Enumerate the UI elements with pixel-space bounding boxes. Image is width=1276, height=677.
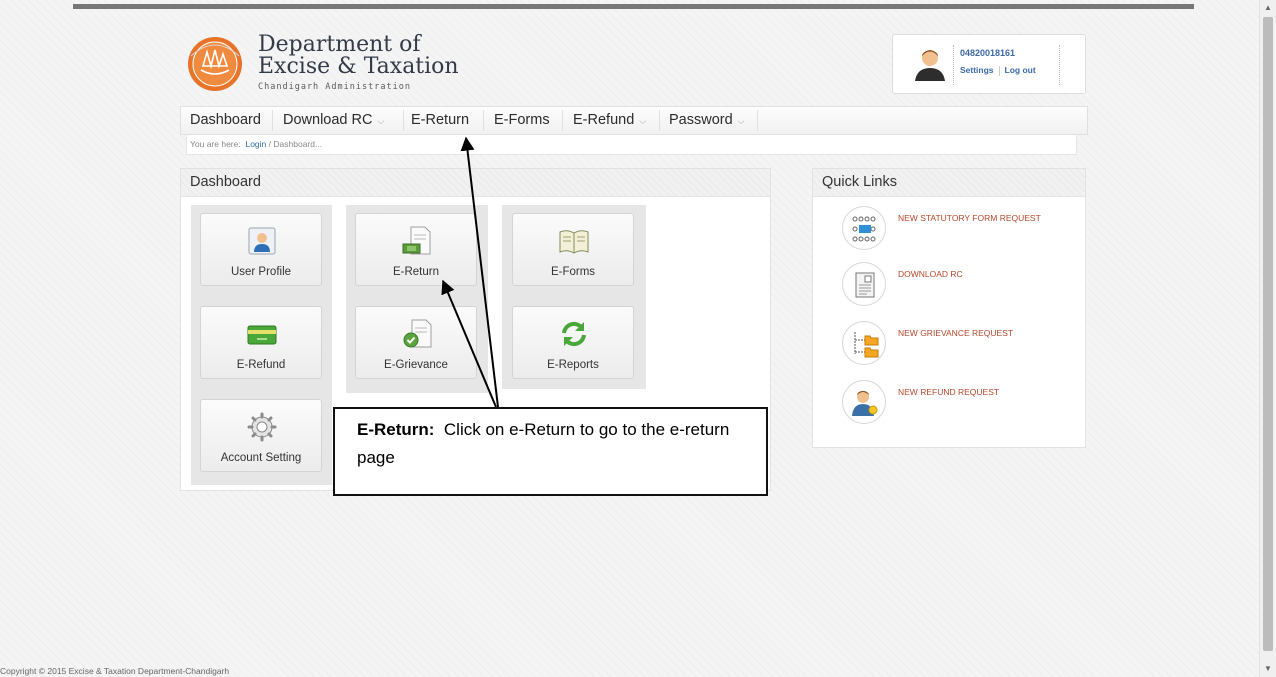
breadcrumb-prefix: You are here: [190, 139, 241, 149]
breadcrumb-separator: / [268, 139, 272, 149]
quick-link-label: NEW REFUND REQUEST [898, 387, 1000, 397]
e-return-icon [402, 226, 431, 255]
nav-item-label: E-Refund [573, 112, 635, 128]
user-links: Settings Log out [960, 65, 1036, 76]
chevron-down-icon: ⌵ [737, 116, 745, 126]
logo-subtitle: Chandigarh Administration [258, 82, 411, 92]
scrollbar-thumb[interactable] [1263, 17, 1273, 651]
quick-link-label: DOWNLOAD RC [898, 269, 963, 279]
breadcrumb: You are here: Login / Dashboard... [186, 135, 1077, 155]
tile-label: Account Setting [220, 452, 302, 464]
tile-label: E-Return [392, 266, 440, 278]
quick-link-download-rc[interactable]: DOWNLOAD RC [834, 262, 1084, 307]
credit-card-icon [247, 325, 277, 345]
site-logo[interactable]: Department of Excise & Taxation Chandiga… [185, 32, 475, 98]
chevron-down-icon: ⌵ [639, 116, 647, 126]
tile-user-profile[interactable]: User Profile [200, 213, 322, 286]
divider [998, 65, 1000, 76]
nav-item-download-rc[interactable]: Download RC ⌵ [283, 107, 384, 134]
divider [659, 110, 660, 131]
tile-e-return[interactable]: E-Return [355, 213, 477, 286]
divider [403, 110, 404, 131]
chevron-down-icon: ⌵ [377, 116, 385, 126]
footer-copyright: Copyright © 2015 Excise & Taxation Depar… [0, 666, 230, 676]
settings-link[interactable]: Settings [960, 65, 994, 75]
nav-item-e-forms[interactable]: E-Forms [494, 107, 550, 134]
user-info-box: 04820018161 Settings Log out [892, 34, 1086, 94]
nav-item-dashboard[interactable]: Dashboard [190, 107, 261, 134]
quick-link-grievance[interactable]: NEW GRIEVANCE REQUEST [834, 321, 1084, 366]
gear-icon [247, 412, 277, 442]
tile-account-setting[interactable]: Account Setting [200, 399, 322, 472]
emblem-icon [188, 37, 242, 91]
tile-label: E-Refund [236, 359, 286, 371]
quick-links-title: Quick Links [813, 169, 1085, 197]
tile-label: E-Grievance [384, 359, 448, 371]
e-grievance-icon [403, 319, 432, 348]
tile-e-forms[interactable]: E-Forms [512, 213, 634, 286]
tile-label: E-Reports [547, 359, 599, 371]
divider [953, 45, 954, 85]
refresh-icon [562, 321, 586, 347]
nav-item-e-refund[interactable]: E-Refund ⌵ [573, 107, 646, 134]
user-id: 04820018161 [960, 48, 1016, 58]
user-profile-icon [248, 227, 276, 255]
breadcrumb-current: Dashboard... [273, 139, 323, 149]
divider [483, 110, 484, 131]
divider [757, 110, 758, 131]
breadcrumb-login-link[interactable]: Login [245, 139, 266, 149]
top-border [73, 4, 1194, 9]
tile-e-grievance[interactable]: E-Grievance [355, 306, 477, 379]
main-nav: Dashboard Download RC ⌵ E-Return E-Forms … [180, 106, 1088, 135]
divider [272, 110, 273, 131]
quick-link-label: NEW STATUTORY FORM REQUEST [898, 213, 1041, 223]
tile-label: E-Forms [550, 266, 596, 278]
dashboard-panel-title: Dashboard [181, 169, 770, 197]
quick-link-statutory-form[interactable]: NEW STATUTORY FORM REQUEST [834, 206, 1084, 251]
scroll-down-icon[interactable]: ▼ [1264, 665, 1272, 673]
e-return-callout: E-Return: Click on e-Return to go to the… [333, 407, 768, 496]
folder-tree-icon [842, 321, 886, 365]
scroll-up-icon[interactable]: ▲ [1264, 4, 1272, 12]
vertical-scrollbar[interactable]: ▲ ▼ [1259, 0, 1276, 677]
divider [562, 110, 563, 131]
tile-e-refund[interactable]: E-Refund [200, 306, 322, 379]
tile-e-reports[interactable]: E-Reports [512, 306, 634, 379]
nav-item-e-return[interactable]: E-Return [411, 107, 469, 134]
nav-item-password[interactable]: Password ⌵ [669, 107, 745, 134]
avatar-icon [915, 50, 945, 81]
user-refund-icon [842, 380, 886, 424]
quick-link-refund[interactable]: NEW REFUND REQUEST [834, 380, 1084, 425]
divider [1059, 45, 1060, 85]
callout-title: E-Return: [357, 420, 435, 439]
nav-item-label: E-Return [411, 112, 470, 128]
nav-item-label: Dashboard [190, 112, 261, 128]
document-icon [842, 262, 886, 306]
nav-item-label: E-Forms [494, 112, 550, 128]
e-forms-book-icon [559, 230, 589, 254]
logo-title-line2: Excise & Taxation [258, 54, 459, 79]
logout-link[interactable]: Log out [1005, 65, 1036, 75]
nav-item-label: Download RC [283, 112, 373, 128]
quick-link-label: NEW GRIEVANCE REQUEST [898, 328, 1014, 338]
nav-item-label: Password [669, 112, 733, 128]
tile-label: User Profile [230, 266, 292, 278]
statutory-form-icon [842, 206, 886, 250]
